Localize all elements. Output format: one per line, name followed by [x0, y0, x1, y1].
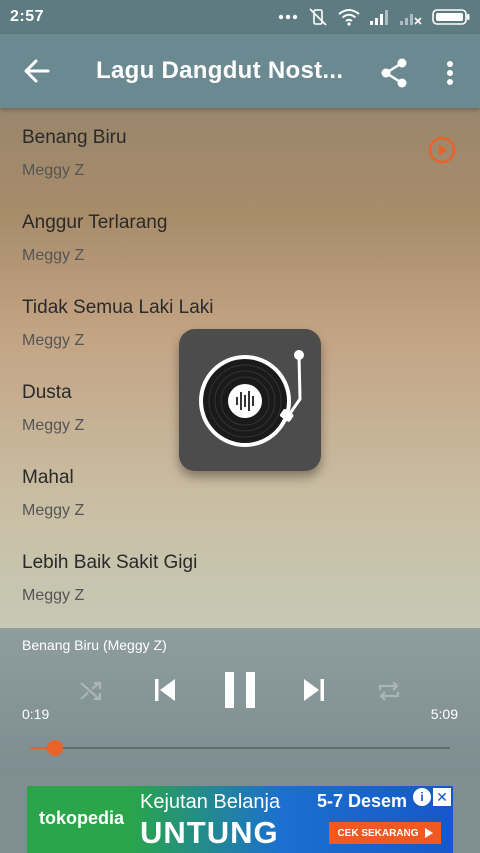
ad-area: tokopedia Kejutan Belanja UNTUNG 5-7 Des… [0, 776, 480, 853]
share-icon [381, 58, 407, 88]
seek-bar-thumb[interactable] [47, 740, 64, 756]
status-time: 2:57 [10, 8, 45, 25]
shuffle-button[interactable] [76, 676, 106, 706]
previous-button[interactable] [149, 674, 181, 706]
player-panel: Benang Biru (Meggy Z) 0:19 5:09 [0, 628, 480, 776]
ad-title: UNTUNG [140, 815, 279, 850]
vibrate-off-icon [308, 7, 328, 27]
song-artist: Meggy Z [22, 332, 85, 349]
ad-dates: 5-7 Desem [317, 791, 408, 811]
current-time: 0:19 [22, 706, 50, 722]
song-artist: Meggy Z [22, 417, 85, 434]
skip-previous-icon [155, 679, 175, 701]
play-arrow-icon [424, 828, 433, 838]
share-button[interactable] [372, 51, 416, 95]
song-artist: Meggy Z [22, 502, 85, 519]
ad-banner[interactable]: tokopedia Kejutan Belanja UNTUNG 5-7 Des… [27, 786, 453, 853]
more-vert-icon [447, 61, 453, 85]
duration: 5:09 [430, 706, 458, 722]
song-title: Dusta [22, 382, 72, 403]
page-title: Lagu Dangdut Nost... [96, 57, 344, 84]
song-title: Tidak Semua Laki Laki [22, 297, 214, 318]
notification-dots-icon [278, 14, 298, 20]
song-title: Mahal [22, 467, 74, 488]
turntable-icon [179, 329, 321, 471]
ad-headline: Kejutan Belanja [140, 791, 281, 813]
play-circle-icon [428, 136, 456, 164]
now-playing-button[interactable] [428, 136, 456, 169]
repeat-button[interactable] [374, 676, 404, 706]
song-title: Anggur Terlarang [22, 212, 168, 233]
now-playing-label: Benang Biru (Meggy Z) [22, 637, 167, 653]
shuffle-icon [80, 681, 102, 701]
song-title: Lebih Baik Sakit Gigi [22, 552, 198, 573]
app-bar: Lagu Dangdut Nost... [0, 34, 480, 108]
song-artist: Meggy Z [22, 247, 85, 264]
ad-cta-button[interactable]: CEK SEKARANG [329, 822, 441, 844]
skip-next-icon [304, 679, 324, 701]
ad-brand: tokopedia [39, 808, 125, 828]
seek-bar[interactable] [30, 740, 450, 756]
next-button[interactable] [298, 674, 330, 706]
song-artist: Meggy Z [22, 162, 85, 179]
song-item[interactable]: Benang Biru Meggy Z [0, 108, 480, 193]
ad-cta-label: CEK SEKARANG [337, 827, 419, 839]
back-button[interactable] [0, 34, 74, 108]
song-item[interactable]: Anggur Terlarang Meggy Z [0, 193, 480, 278]
arrow-back-icon [24, 59, 50, 83]
ad-info-icon[interactable]: i [413, 788, 431, 806]
song-title: Benang Biru [22, 127, 127, 148]
song-item[interactable]: Lebih Baik Sakit Gigi Meggy Z [0, 533, 480, 618]
pause-icon [225, 672, 255, 708]
more-options-button[interactable] [430, 51, 470, 95]
repeat-icon [378, 681, 400, 701]
signal-icon [370, 9, 390, 25]
battery-icon [432, 9, 470, 25]
ad-close-button[interactable]: ✕ [433, 788, 451, 806]
song-artist: Meggy Z [22, 587, 85, 604]
signal-no-sim-icon [400, 9, 422, 25]
wifi-icon [338, 8, 360, 26]
status-bar: 2:57 [0, 0, 480, 34]
pause-button[interactable] [220, 670, 260, 710]
